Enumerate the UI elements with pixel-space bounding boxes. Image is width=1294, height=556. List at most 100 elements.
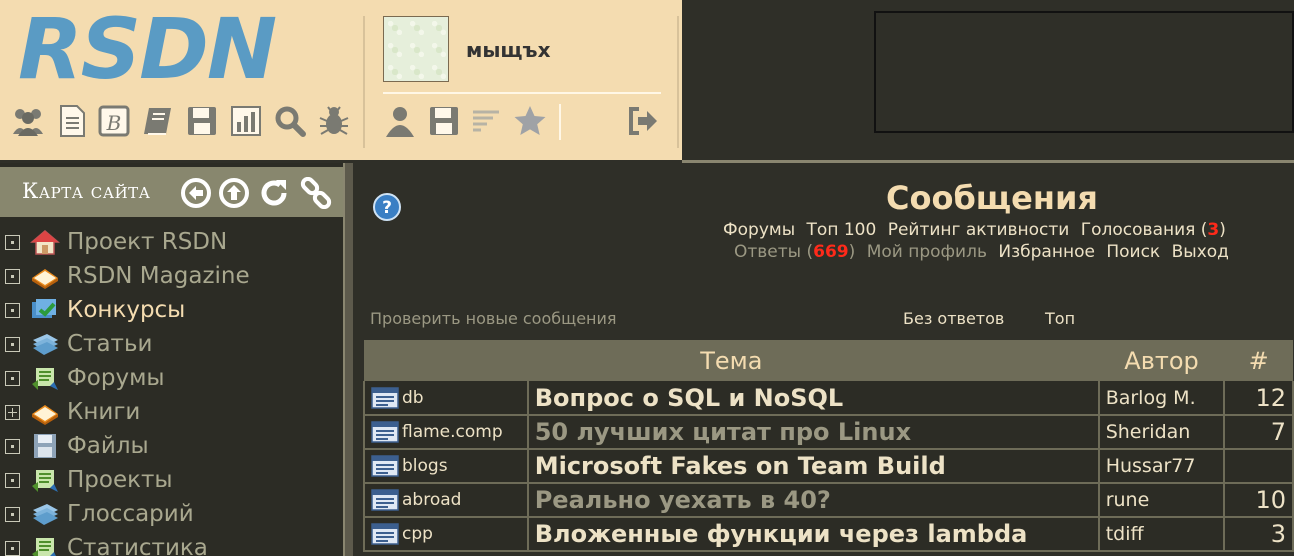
sidebar-item[interactable]: Конкурсы [5, 293, 185, 327]
column-header-topic[interactable]: Тема [364, 340, 1099, 381]
sidebar-item[interactable]: Файлы [5, 429, 149, 463]
topic-link[interactable]: Вложенные функции через lambda [527, 517, 1100, 552]
collapse-toggle-icon[interactable] [5, 438, 20, 454]
sidebar: Карта сайта Проект RSDN RSDN Magazine Конк… [0, 163, 343, 556]
sidebar-item[interactable]: Книги [5, 395, 140, 429]
table-row: flame.comp 50 лучших цитат про Linux Sheri… [363, 415, 1294, 450]
collapse-toggle-icon[interactable] [5, 302, 20, 318]
contest-icon [29, 295, 61, 325]
sidebar-title: Карта сайта [22, 179, 151, 203]
book-open-icon [29, 397, 61, 427]
answers-count: 669 [813, 242, 849, 262]
main-menu-row2: Ответы (669) Мой профиль Избранное Поиск… [734, 242, 1235, 262]
collapse-toggle-icon[interactable] [5, 370, 20, 386]
rsdn-logo[interactable]: RSDN [18, 2, 277, 96]
votes-paren-close: ) [1219, 220, 1226, 240]
toolbar-separator [363, 16, 365, 148]
messages-table: Тема Автор # db Вопрос о SQL и NoSQL Barlo… [363, 340, 1294, 552]
no-answers-link[interactable]: Без ответов [903, 309, 1004, 328]
sidebar-item-label: Статистика [67, 535, 208, 556]
forum-icon [371, 489, 399, 511]
sidebar-item[interactable]: Глоссарий [5, 497, 194, 531]
profile-link[interactable]: Мой профиль [867, 242, 987, 262]
bug-icon[interactable] [316, 102, 352, 140]
link-icon[interactable] [300, 177, 332, 209]
search-icon[interactable] [272, 102, 308, 140]
chart-icon[interactable] [228, 102, 264, 140]
save-icon[interactable] [426, 102, 462, 140]
favorites-link[interactable]: Избранное [998, 242, 1095, 262]
forum-name: abroad [402, 490, 462, 510]
exit-link[interactable]: Выход [1172, 242, 1229, 262]
column-header-author[interactable]: Автор [1098, 340, 1225, 381]
votes-link[interactable]: Голосования (3) [1081, 220, 1226, 240]
sidebar-item-label: Глоссарий [67, 501, 194, 527]
forum-cell[interactable]: abroad [363, 483, 529, 518]
author-link[interactable]: Barlog M. [1098, 381, 1226, 416]
table-body: db Вопрос о SQL и NoSQL Barlog M. 12 flame.c… [363, 381, 1294, 552]
sidebar-item-label: Статьи [67, 331, 153, 357]
help-icon[interactable]: ? [373, 193, 401, 221]
save-icon[interactable] [184, 102, 220, 140]
articles-icon [29, 329, 61, 359]
users-icon[interactable] [10, 102, 46, 140]
search-link[interactable]: Поиск [1106, 242, 1160, 262]
collapse-toggle-icon[interactable] [5, 268, 20, 284]
sidebar-item-label: Файлы [67, 433, 149, 459]
up-circle-icon[interactable] [218, 177, 250, 209]
star-icon[interactable] [512, 102, 548, 140]
votes-paren-open: ( [1195, 220, 1208, 240]
top100-link[interactable]: Топ 100 [807, 220, 877, 240]
back-circle-icon[interactable] [180, 177, 212, 209]
collapse-toggle-icon[interactable] [5, 540, 20, 556]
refresh-icon[interactable] [258, 177, 290, 209]
sidebar-item[interactable]: Статистика [5, 531, 208, 556]
table-row: db Вопрос о SQL и NoSQL Barlog M. 12 [363, 381, 1294, 416]
top-link[interactable]: Топ [1045, 309, 1075, 328]
author-link[interactable]: tdiff [1098, 517, 1226, 552]
topic-link[interactable]: Вопрос о SQL и NoSQL [527, 381, 1100, 416]
forums-link[interactable]: Форумы [723, 220, 795, 240]
topic-link[interactable]: Реально уехать в 40? [527, 483, 1100, 518]
sidebar-item-label: Проект RSDN [67, 229, 228, 255]
collapse-toggle-icon[interactable] [5, 234, 20, 250]
table-header-row: Тема Автор # [364, 340, 1293, 381]
expand-toggle-icon[interactable] [5, 404, 20, 420]
floppy-icon [29, 431, 61, 461]
author-link[interactable]: Hussar77 [1098, 449, 1226, 484]
magazine-icon[interactable]: B [96, 102, 132, 140]
book-icon[interactable] [140, 102, 176, 140]
collapse-toggle-icon[interactable] [5, 472, 20, 488]
sidebar-item[interactable]: Статьи [5, 327, 152, 361]
sidebar-item[interactable]: RSDN Magazine [5, 259, 250, 293]
column-header-count[interactable]: # [1224, 340, 1293, 381]
avatar[interactable] [383, 16, 449, 82]
book-open-icon [29, 261, 61, 291]
author-link[interactable]: Sheridan [1098, 415, 1226, 450]
sidebar-item[interactable]: Форумы [5, 361, 165, 395]
rating-link[interactable]: Рейтинг активности [888, 220, 1070, 240]
page-title: Сообщения [886, 179, 1098, 217]
forum-cell[interactable]: blogs [363, 449, 529, 484]
sidebar-item[interactable]: Проект RSDN [5, 225, 227, 259]
forum-cell[interactable]: flame.comp [363, 415, 529, 450]
collapse-toggle-icon[interactable] [5, 506, 20, 522]
forum-cell[interactable]: db [363, 381, 529, 416]
author-link[interactable]: rune [1098, 483, 1226, 518]
user-icon[interactable] [382, 102, 418, 140]
answers-link[interactable]: Ответы (669) [734, 242, 855, 262]
forum-cell[interactable]: cpp [363, 517, 529, 552]
banner-area [874, 11, 1294, 133]
document-icon[interactable] [54, 102, 90, 140]
logout-icon[interactable] [624, 102, 660, 140]
forum-icon [371, 523, 399, 545]
list-icon[interactable] [468, 102, 504, 140]
sidebar-item-label: RSDN Magazine [67, 263, 250, 289]
user-name[interactable]: мыщъх [466, 38, 550, 62]
topic-link[interactable]: Microsoft Fakes on Team Build [527, 449, 1100, 484]
topic-link[interactable]: 50 лучших цитат про Linux [527, 415, 1100, 450]
sidebar-item[interactable]: Проекты [5, 463, 173, 497]
check-new-link[interactable]: Проверить новые сообщения [370, 309, 617, 328]
collapse-toggle-icon[interactable] [5, 336, 20, 352]
reply-count: 7 [1224, 415, 1294, 450]
